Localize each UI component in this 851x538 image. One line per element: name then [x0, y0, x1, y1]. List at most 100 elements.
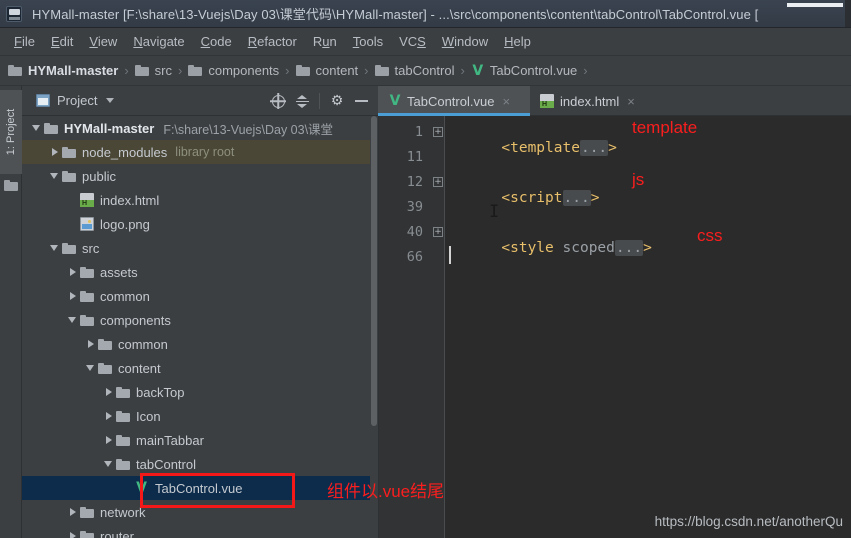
tree-row-label: src: [82, 240, 100, 256]
minimize-icon[interactable]: [350, 90, 372, 112]
chevron-right-icon[interactable]: [102, 380, 116, 404]
tree-row[interactable]: HYMall-master F:\share\13-Vuejs\Day 03\课堂: [22, 116, 378, 140]
tree-row-label: network: [100, 504, 146, 520]
chevron-down-icon[interactable]: [84, 356, 98, 380]
code-fold-placeholder-script[interactable]: ...: [562, 190, 591, 206]
code-line-style[interactable]: <style scoped...>: [449, 224, 652, 272]
menu-item-vcs[interactable]: VCS: [391, 31, 434, 52]
menu-item-file[interactable]: File: [6, 31, 43, 52]
vue-file-icon: V: [472, 62, 484, 79]
close-icon[interactable]: ×: [627, 94, 635, 109]
editor-tab-tabcontrol-vue[interactable]: V TabControl.vue ×: [378, 86, 530, 116]
tree-row-label: tabControl: [136, 456, 196, 472]
annotation-js: js: [632, 170, 645, 189]
chevron-down-icon[interactable]: [106, 98, 115, 103]
breadcrumb-item-label: HYMall-master: [28, 63, 119, 78]
menu-item-refactor[interactable]: Refactor: [240, 31, 305, 52]
menu-item-help[interactable]: Help: [496, 31, 539, 52]
tree-row[interactable]: mainTabbar: [22, 428, 378, 452]
chevron-right-icon[interactable]: [66, 524, 80, 538]
tree-row[interactable]: node_modules library root: [22, 140, 378, 164]
menu-item-view[interactable]: View: [81, 31, 125, 52]
png-file-icon: [80, 217, 94, 231]
gear-icon[interactable]: ⚙: [326, 90, 348, 112]
editor-gutter: 1 11 12 39 40 66: [379, 116, 431, 538]
tree-row[interactable]: router: [22, 524, 378, 538]
code-fold-placeholder-template[interactable]: ...: [579, 140, 609, 156]
fold-expand-icon[interactable]: +: [433, 227, 443, 237]
tree-row[interactable]: Icon: [22, 404, 378, 428]
fold-expand-icon[interactable]: +: [433, 177, 443, 187]
breadcrumb-item-tabcontrol[interactable]: tabControl: [374, 63, 455, 78]
menu-item-tools[interactable]: Tools: [345, 31, 391, 52]
tree-row[interactable]: components: [22, 308, 378, 332]
tree-row[interactable]: common: [22, 284, 378, 308]
tree-row[interactable]: logo.png: [22, 212, 378, 236]
code-line-script[interactable]: <script...>: [449, 174, 599, 222]
collapse-all-icon[interactable]: [291, 90, 313, 112]
locate-icon[interactable]: [267, 90, 289, 112]
tool-window-tab-project[interactable]: 1: Project: [0, 90, 22, 174]
breadcrumb-item-label: tabControl: [394, 63, 455, 78]
project-window-icon: [36, 94, 50, 107]
chevron-right-icon[interactable]: [102, 428, 116, 452]
tree-row-label: public: [82, 168, 116, 184]
chevron-right-icon[interactable]: [66, 260, 80, 284]
tree-row[interactable]: common: [22, 332, 378, 356]
chevron-down-icon[interactable]: [30, 116, 44, 140]
close-icon[interactable]: ×: [502, 94, 510, 109]
chevron-right-icon[interactable]: [84, 332, 98, 356]
tree-row[interactable]: index.html: [22, 188, 378, 212]
chevron-right-icon[interactable]: [66, 284, 80, 308]
tree-row[interactable]: src: [22, 236, 378, 260]
menu-bar: File Edit View Navigate Code Refactor Ru…: [0, 28, 851, 56]
code-fold-placeholder-style[interactable]: ...: [614, 240, 644, 256]
breadcrumb-item-tabcontrol-vue[interactable]: V TabControl.vue: [471, 63, 577, 78]
vue-file-icon: V: [389, 93, 401, 109]
breadcrumb-item-src[interactable]: src: [134, 63, 172, 78]
menu-item-window[interactable]: Window: [434, 31, 496, 52]
editor-tab-bar: V TabControl.vue × index.html ×: [378, 86, 851, 116]
window-controls-placeholder[interactable]: [787, 3, 843, 7]
menu-item-run[interactable]: Run: [305, 31, 345, 52]
project-tree-scrollbar-thumb[interactable]: [371, 116, 377, 426]
breadcrumb-separator: ›: [460, 63, 465, 78]
project-tree-scrollbar[interactable]: [370, 116, 378, 538]
breadcrumb-item-content[interactable]: content: [295, 63, 358, 78]
code-line-template[interactable]: <template...>: [449, 124, 617, 172]
menu-item-code[interactable]: Code: [193, 31, 240, 52]
tree-row[interactable]: content: [22, 356, 378, 380]
menu-item-edit[interactable]: Edit: [43, 31, 81, 52]
folder-icon: [62, 242, 76, 254]
gutter-line-number: 40: [406, 224, 423, 240]
code-tag-template: <template: [501, 140, 580, 156]
folder-icon: [44, 122, 58, 134]
code-tag-close-style: >: [643, 240, 652, 256]
tree-row-label: logo.png: [100, 216, 150, 232]
breadcrumb-separator: ›: [364, 63, 369, 78]
chevron-right-icon[interactable]: [102, 404, 116, 428]
chevron-down-icon[interactable]: [48, 164, 62, 188]
folder-icon: [4, 180, 18, 191]
menu-item-navigate[interactable]: Navigate: [125, 31, 192, 52]
tree-row[interactable]: public: [22, 164, 378, 188]
tree-row-label: HYMall-master: [64, 120, 155, 136]
folder-icon: [8, 65, 22, 76]
chevron-right-icon[interactable]: [48, 140, 62, 164]
fold-expand-icon[interactable]: +: [433, 127, 443, 137]
breadcrumb-item-components[interactable]: components: [188, 63, 279, 78]
chevron-down-icon[interactable]: [66, 308, 80, 332]
folder-icon: [62, 146, 76, 158]
code-editor[interactable]: 1 11 12 39 40 66 + + + <template...> <script...…: [379, 116, 851, 538]
text-caret: [449, 246, 451, 264]
breadcrumb-item-hymall-master[interactable]: HYMall-master: [8, 63, 118, 78]
tree-row-label: common: [100, 288, 150, 304]
left-tool-strip: 1: Project: [0, 86, 22, 538]
chevron-right-icon[interactable]: [66, 500, 80, 524]
chevron-down-icon[interactable]: [102, 452, 116, 476]
editor-tab-index-html[interactable]: index.html ×: [530, 86, 668, 116]
code-tag-script: <script: [501, 190, 563, 206]
tree-row[interactable]: assets: [22, 260, 378, 284]
tree-row[interactable]: backTop: [22, 380, 378, 404]
chevron-down-icon[interactable]: [48, 236, 62, 260]
